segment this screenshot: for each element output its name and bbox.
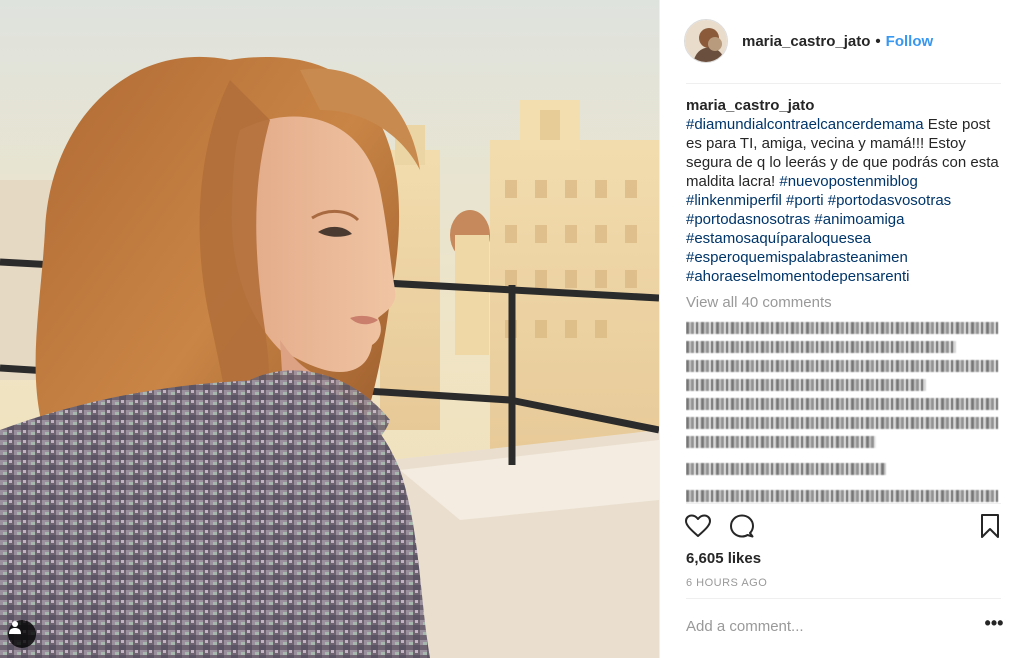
avatar[interactable]: [684, 19, 728, 63]
separator-dot: •: [875, 32, 881, 50]
comments-divider: [686, 503, 1001, 504]
photo-illustration: [0, 0, 659, 658]
action-bar: [684, 512, 1004, 542]
hashtag-link[interactable]: #diamundialcontraelcancerdemama: [686, 116, 924, 133]
caption-username[interactable]: maria_castro_jato: [686, 97, 814, 114]
hashtag-link[interactable]: #animoamiga: [814, 211, 904, 228]
more-options-button[interactable]: •••: [982, 614, 1006, 635]
avatar-image: [685, 20, 727, 62]
post-timestamp: 6 HOURS AGO: [686, 577, 768, 589]
hashtag-link[interactable]: #linkenmiperfil: [686, 192, 782, 209]
add-comment-input[interactable]: [686, 614, 966, 638]
blurred-comment-line: [686, 417, 998, 429]
bookmark-icon: [981, 514, 999, 538]
username-link[interactable]: maria_castro_jato: [742, 33, 870, 50]
footer-divider: [686, 598, 1001, 599]
blurred-comments: [686, 322, 1004, 502]
likes-count[interactable]: 6,605 likes: [686, 550, 761, 567]
header-text: maria_castro_jato • Follow: [742, 33, 933, 50]
hashtag-link[interactable]: #portodasnosotras: [686, 211, 810, 228]
post-header: maria_castro_jato • Follow: [684, 16, 1002, 66]
hashtag-link[interactable]: #estamosaquíparaloquesea: [686, 230, 871, 247]
hashtag-link[interactable]: #nuevopostenmiblog: [779, 173, 917, 190]
follow-button[interactable]: Follow: [886, 33, 934, 50]
save-button[interactable]: [976, 512, 1004, 540]
user-tag-icon: [9, 621, 21, 634]
comments-section: maria_castro_jato #diamundialcontraelcan…: [686, 96, 1004, 506]
heart-icon: [685, 514, 711, 537]
hashtag-link[interactable]: #porti: [786, 192, 824, 209]
blurred-comment-line: [686, 360, 998, 372]
comment-bubble-icon: [730, 514, 754, 538]
tagged-users-button[interactable]: [8, 620, 36, 648]
post-side-panel: maria_castro_jato • Follow maria_castro_…: [659, 0, 1026, 658]
caption-body: #diamundialcontraelcancerdemama Este pos…: [686, 116, 999, 285]
blurred-comment-line: [686, 322, 998, 334]
view-all-comments-link[interactable]: View all 40 comments: [686, 293, 1004, 312]
caption: maria_castro_jato #diamundialcontraelcan…: [686, 96, 1004, 286]
hashtag-link[interactable]: #esperoquemispalabrasteanimen: [686, 249, 908, 266]
blurred-comment-line: [686, 341, 956, 353]
blurred-comment-line: [686, 463, 886, 475]
blurred-comment-line: [686, 379, 926, 391]
header-divider: [686, 83, 1001, 84]
blurred-comment-line: [686, 436, 876, 448]
blurred-comment-line: [686, 490, 998, 502]
blurred-comment-line: [686, 398, 998, 410]
hashtag-link[interactable]: #portodasvosotras: [828, 192, 951, 209]
post-photo[interactable]: [0, 0, 659, 658]
comment-button[interactable]: [728, 512, 756, 540]
hashtag-link[interactable]: #ahoraeselmomentodepensarenti: [686, 268, 909, 285]
like-button[interactable]: [684, 512, 712, 540]
